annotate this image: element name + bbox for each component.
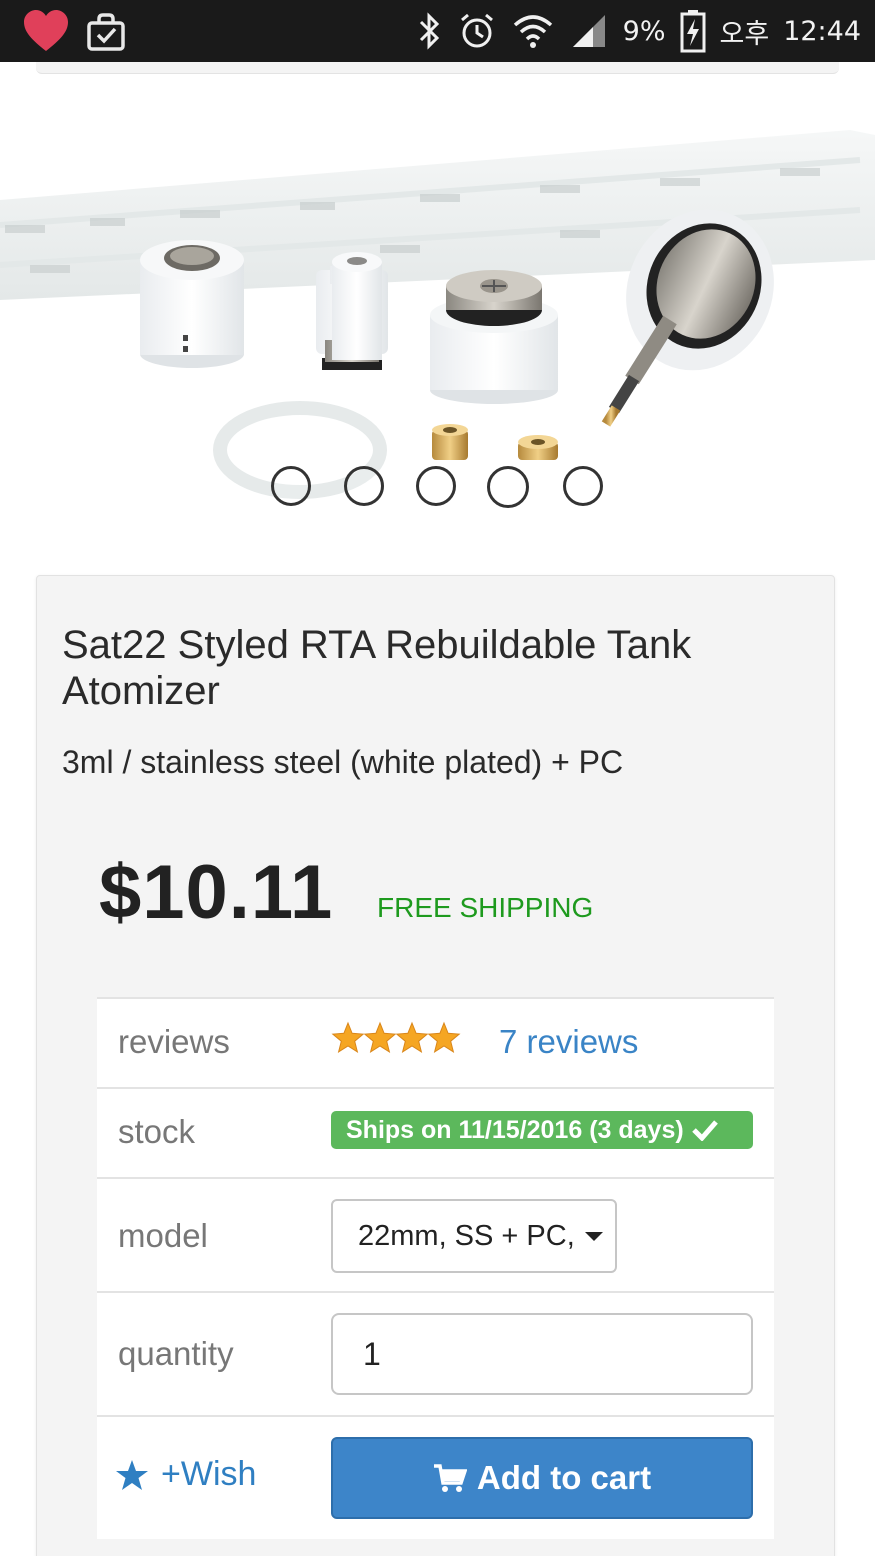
actions-row: +Wish Add to cart [97,1415,774,1539]
add-to-cart-button[interactable]: Add to cart [331,1437,753,1519]
shopping-bag-icon [87,13,125,51]
status-bar: 9% 오후 12:44 [0,0,875,62]
stock-row: stock Ships on 11/15/2016 (3 days) [97,1087,774,1177]
stock-status-badge: Ships on 11/15/2016 (3 days) [331,1111,753,1149]
battery-charging-icon [680,10,705,53]
model-row: model 22mm, SS + PC, [97,1177,774,1291]
product-title: Sat22 Styled RTA Rebuildable Tank Atomiz… [62,623,692,713]
wish-button[interactable]: +Wish [115,1455,256,1494]
quantity-row: quantity [97,1291,774,1415]
status-icons: 9% 오후 12:44 [417,0,861,62]
bluetooth-icon [419,12,439,50]
stock-status-text: Ships on 11/15/2016 (3 days) [346,1115,684,1144]
carousel-dot-3[interactable] [416,466,456,506]
rating-stars-icon [331,1021,461,1053]
product-image[interactable] [0,90,875,520]
stock-label: stock [118,1113,196,1150]
model-selected-value: 22mm, SS + PC, [358,1219,575,1252]
heart-icon [24,10,68,51]
quantity-label: quantity [118,1335,234,1372]
previous-card-edge [36,62,839,74]
rating-star [427,1021,461,1053]
product-photo [0,130,875,499]
alarm-clock-icon [460,13,493,48]
reviews-link[interactable]: 7 reviews [499,1023,638,1061]
rating-star [395,1021,429,1053]
quantity-input[interactable] [331,1313,753,1395]
star-icon [116,1459,148,1490]
checkmark-icon [691,1120,718,1141]
model-select[interactable]: 22mm, SS + PC, [331,1199,617,1273]
wifi-icon [513,15,552,48]
rating-star [331,1021,365,1053]
signal-icon [572,15,605,47]
shopping-cart-icon [433,1464,467,1492]
wish-label: +Wish [161,1455,257,1493]
product-info-card: Sat22 Styled RTA Rebuildable Tank Atomiz… [36,575,835,1556]
chevron-down-icon [584,1231,603,1241]
carousel-dot-2[interactable] [344,466,384,506]
carousel-dot-5[interactable] [563,466,603,506]
rating-star [363,1021,397,1053]
clock-time: 12:44 [783,15,861,47]
reviews-row: reviews 7 reviews [97,997,774,1087]
battery-percent: 9% [622,15,666,47]
add-to-cart-label: Add to cart [476,1459,652,1496]
product-subtitle: 3ml / stainless steel (white plated) + P… [62,744,624,780]
carousel-pagination [271,466,611,508]
product-price: $10.11 [99,850,334,935]
free-shipping-label: FREE SHIPPING [377,892,594,923]
carousel-dot-4[interactable] [487,466,529,508]
reviews-label: reviews [118,1023,230,1060]
ampm-label: 오후 [719,18,770,50]
carousel-dot-1[interactable] [271,466,311,506]
attributes-table: reviews 7 reviews stock Ships on 11/15/2… [97,997,774,1539]
model-label: model [118,1217,208,1254]
